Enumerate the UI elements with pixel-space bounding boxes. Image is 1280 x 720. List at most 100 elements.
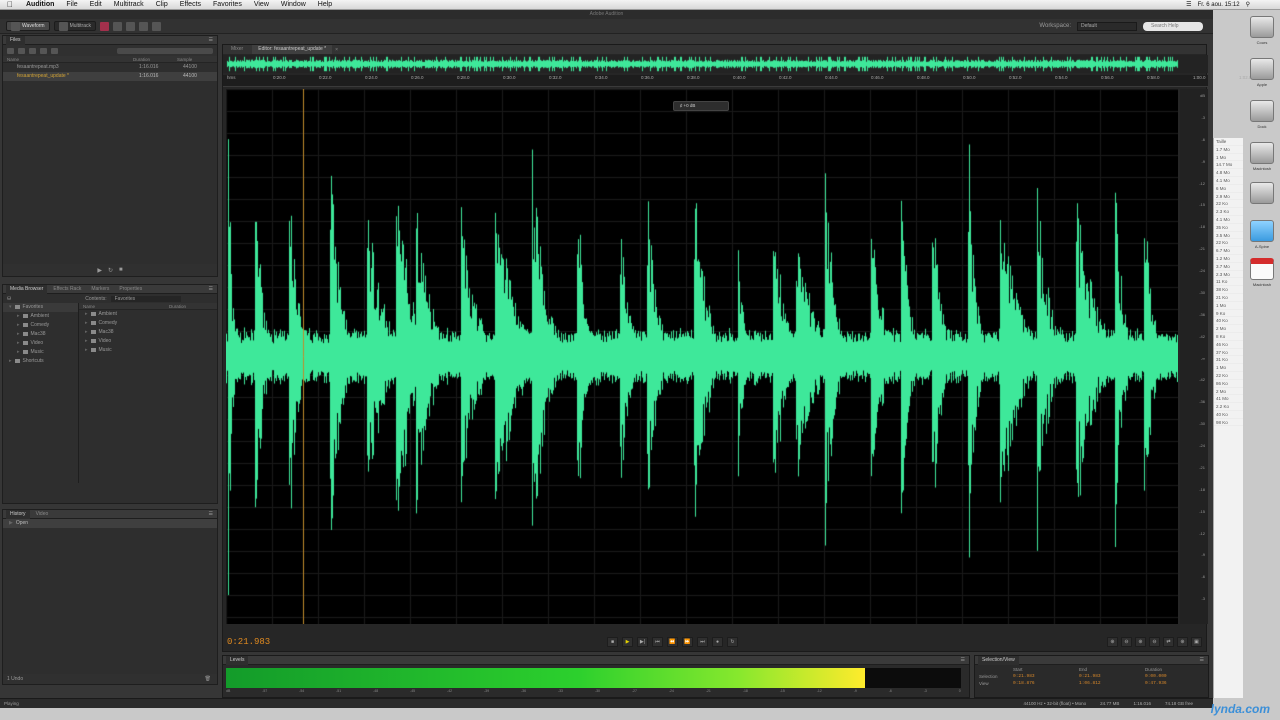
tab-levels[interactable]: Levels (226, 655, 249, 665)
autoplay-icon[interactable]: ■ (119, 267, 123, 273)
tree-item[interactable]: ▾ Favorites (3, 303, 78, 312)
col-duration[interactable]: Duration (133, 56, 177, 62)
tab-mixer[interactable]: Mixer (225, 45, 249, 54)
col-name[interactable]: Name (79, 303, 169, 309)
insert-icon[interactable] (40, 47, 47, 54)
tree-item[interactable]: ▸ Comedy (3, 321, 78, 330)
stop-button[interactable]: ■ (607, 637, 618, 647)
tree-item[interactable]: ▸ Video (3, 339, 78, 348)
panel-menu-icon[interactable]: ☰ (209, 511, 217, 517)
panel-menu-icon[interactable]: ☰ (1200, 657, 1208, 663)
hard-drive-icon[interactable] (1250, 16, 1274, 38)
tab-history[interactable]: History (6, 509, 30, 519)
col-name[interactable]: Name (3, 56, 133, 62)
open-file-icon[interactable] (7, 47, 14, 54)
folder-icon[interactable] (1250, 220, 1274, 242)
help-search-input[interactable]: Search Help (1143, 21, 1203, 31)
loop-button[interactable]: ↻ (727, 637, 738, 647)
spotlight-icon[interactable]: ⚲ (1246, 1, 1250, 8)
hard-drive-icon[interactable] (1250, 142, 1274, 164)
workspace-select[interactable]: Default (1077, 21, 1137, 31)
close-tab-icon[interactable]: × (335, 47, 338, 53)
calendar-icon[interactable] (1250, 258, 1274, 280)
tab-editor[interactable]: Editor: fesaantrepeat_update * (252, 45, 333, 54)
clock[interactable]: Fr. 6 aou. 15:12 (1198, 2, 1240, 8)
wifi-icon[interactable]: ☰ (1186, 1, 1191, 8)
rewind-button[interactable]: ⏪ (667, 637, 678, 647)
import-icon[interactable] (18, 47, 25, 54)
multitrack-view-button[interactable]: Multitrack (53, 21, 97, 31)
tree-item[interactable]: ▸ Ambient (3, 312, 78, 321)
list-item[interactable]: ▸ Mac38 (79, 328, 217, 337)
menu-view[interactable]: View (248, 1, 275, 8)
view-duration[interactable]: 0:47.936 (1145, 681, 1211, 686)
list-item[interactable]: ▸ Ambient (79, 310, 217, 319)
menu-window[interactable]: Window (275, 1, 312, 8)
file-row[interactable]: fesaantrepeat.mp3 1:16.016 44100 (3, 63, 217, 72)
contents-select[interactable]: Favorites (110, 295, 181, 302)
menu-help[interactable]: Help (312, 1, 338, 8)
hard-drive-icon[interactable] (1250, 100, 1274, 122)
selection-start[interactable]: 0:21.983 (1013, 674, 1079, 679)
col-duration[interactable]: Duration (169, 303, 186, 309)
list-item[interactable]: ▸ Comedy (79, 319, 217, 328)
spectral-frequency-icon[interactable] (100, 21, 110, 31)
new-file-icon[interactable] (29, 47, 36, 54)
zoom-in-amplitude-icon[interactable]: ⊕ (1107, 637, 1118, 647)
spectral-pitch-icon[interactable] (113, 21, 123, 31)
apple-icon[interactable]:  (0, 0, 20, 9)
zoom-in-time-icon[interactable]: ⊕ (1135, 637, 1146, 647)
zoom-in-point-icon[interactable]: ⊕ (1177, 637, 1188, 647)
file-row[interactable]: fesaantrepeat_update * 1:16.016 44100 (3, 72, 217, 81)
go-to-start-button[interactable]: ⏮ (652, 637, 663, 647)
tab-files[interactable]: Files (6, 35, 25, 45)
view-end[interactable]: 1:06.812 (1079, 681, 1145, 686)
fast-forward-button[interactable]: ⏩ (682, 637, 693, 647)
menu-favorites[interactable]: Favorites (207, 1, 248, 8)
panel-menu-icon[interactable]: ☰ (961, 657, 969, 663)
view-start[interactable]: 0:18.876 (1013, 681, 1079, 686)
tab-markers[interactable]: Markers (87, 285, 113, 294)
record-button[interactable]: ● (712, 637, 723, 647)
razor-tool-icon[interactable] (139, 21, 149, 31)
selection-duration[interactable]: 0:00.000 (1145, 674, 1211, 679)
close-file-icon[interactable] (51, 47, 58, 54)
zoom-selection-icon[interactable]: ▣ (1191, 637, 1202, 647)
loop-preview-icon[interactable]: ↻ (108, 267, 113, 274)
panel-menu-icon[interactable]: ☰ (209, 37, 217, 43)
tab-properties[interactable]: Properties (115, 285, 146, 294)
zoom-out-amplitude-icon[interactable]: ⊖ (1121, 637, 1132, 647)
tab-effects-rack[interactable]: Effects Rack (49, 285, 85, 294)
current-time-display[interactable]: 0:21.983 (227, 637, 287, 647)
files-search-input[interactable] (117, 47, 213, 54)
selection-end[interactable]: 0:21.983 (1079, 674, 1145, 679)
tree-item[interactable]: ▸ Shortcuts (3, 357, 78, 366)
time-selection-tool-icon[interactable] (152, 21, 162, 31)
tab-media-browser[interactable]: Media Browser (6, 284, 48, 294)
waveform-display[interactable] (226, 89, 1178, 624)
menu-multitrack[interactable]: Multitrack (108, 1, 150, 8)
tab-selection-view[interactable]: Selection/View (978, 655, 1019, 665)
play-preview-icon[interactable]: ▶ (97, 267, 102, 274)
list-item[interactable]: ▸ Video (79, 337, 217, 346)
menu-app[interactable]: Audition (20, 1, 60, 8)
move-tool-icon[interactable] (126, 21, 136, 31)
hard-drive-icon[interactable] (1250, 182, 1274, 204)
menu-clip[interactable]: Clip (150, 1, 174, 8)
menu-file[interactable]: File (60, 1, 83, 8)
panel-menu-icon[interactable]: ☰ (209, 286, 217, 292)
hard-drive-icon[interactable] (1250, 58, 1274, 80)
drive-icon[interactable]: ⛁ (7, 296, 11, 302)
tab-video[interactable]: Video (32, 510, 53, 519)
play-button[interactable]: ▶ (622, 637, 633, 647)
hud-volume-control[interactable]: ♯ +0 dB (673, 101, 729, 111)
time-ruler[interactable]: hms 0:20.0 0:22.0 0:24.0 0:26.0 0:28.0 0:30.0 0… (223, 75, 1252, 87)
go-to-end-button[interactable]: ⏭ (697, 637, 708, 647)
history-item[interactable]: ▶ Open (3, 519, 217, 528)
tree-item[interactable]: ▸ Music (3, 348, 78, 357)
menu-edit[interactable]: Edit (84, 1, 108, 8)
zoom-out-time-icon[interactable]: ⊖ (1149, 637, 1160, 647)
play-from-cursor-button[interactable]: ▶| (637, 637, 648, 647)
waveform-view-button[interactable]: Waveform (6, 21, 50, 31)
tree-item[interactable]: ▸ Mac38 (3, 330, 78, 339)
